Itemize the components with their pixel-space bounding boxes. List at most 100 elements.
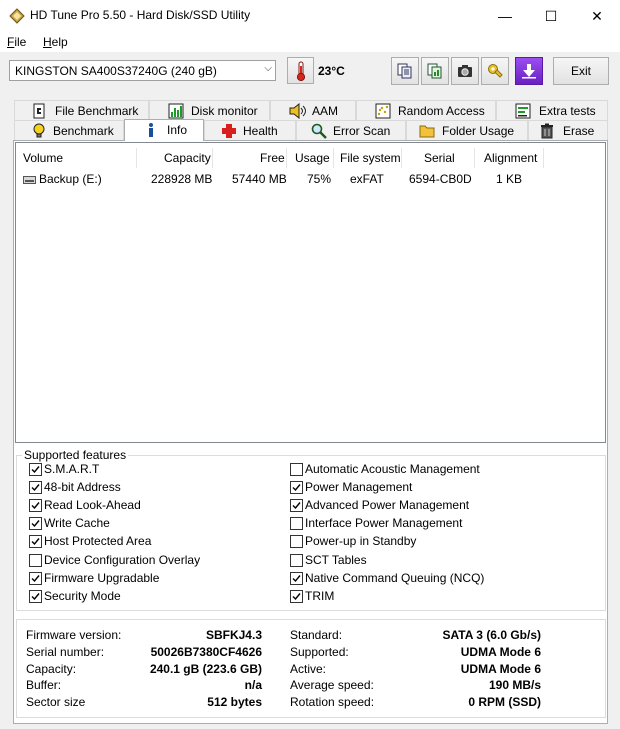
temperature-button[interactable] — [287, 57, 314, 84]
drive-icon — [23, 176, 36, 184]
feature-label: Power Management — [305, 480, 413, 495]
checkbox-checked[interactable] — [290, 571, 303, 585]
info-label: Capacity: — [26, 661, 77, 676]
screenshot-button[interactable] — [451, 57, 479, 85]
checkbox-checked[interactable] — [290, 589, 303, 603]
feature-label: Security Mode — [44, 588, 121, 603]
checkbox-checked[interactable] — [29, 481, 42, 495]
tab-extra-tests[interactable]: Extra tests — [496, 100, 608, 120]
column-separator — [474, 148, 475, 168]
column-separator — [333, 148, 334, 168]
column-header-serial[interactable]: Serial — [424, 151, 455, 165]
thermometer-icon — [296, 61, 306, 82]
feature-label: SCT Tables — [305, 552, 367, 567]
info-value: UDMA Mode 6 — [460, 661, 541, 676]
column-header-volume[interactable]: Volume — [23, 151, 63, 165]
tab-disk-monitor[interactable]: Disk monitor — [149, 100, 270, 120]
menu-help[interactable]: Help — [43, 35, 68, 49]
exit-button[interactable]: Exit — [553, 57, 609, 85]
extra-tests-icon — [515, 103, 531, 119]
supported-features-legend: Supported features — [22, 448, 129, 462]
health-cross-icon — [222, 124, 236, 138]
close-button[interactable]: ✕ — [574, 0, 620, 32]
menu-bar: File Help — [0, 32, 620, 52]
tab-label: Extra tests — [539, 104, 596, 118]
checkmark-icon — [31, 538, 40, 546]
tab-info[interactable]: Info — [124, 119, 204, 141]
checkbox-unchecked[interactable] — [290, 553, 303, 567]
tab-folder-usage[interactable]: Folder Usage — [406, 120, 528, 140]
info-label: Active: — [290, 661, 327, 676]
checkbox-checked[interactable] — [29, 463, 42, 476]
info-label: Sector size — [26, 695, 86, 710]
volume-list[interactable]: Volume Capacity Free Usage File system S… — [15, 142, 606, 443]
feature-label: Firmware Upgradable — [44, 570, 160, 585]
window-title: HD Tune Pro 5.50 - Hard Disk/SSD Utility — [30, 8, 251, 22]
info-label: Rotation speed: — [290, 695, 375, 710]
tab-label: Info — [167, 123, 188, 137]
info-label: Firmware version: — [26, 628, 122, 642]
column-header-free[interactable]: Free — [260, 151, 285, 165]
file-benchmark-icon — [33, 103, 45, 119]
info-value: UDMA Mode 6 — [460, 644, 541, 659]
drive-select[interactable]: KINGSTON SA400S37240G (240 gB) ⌵ — [9, 60, 276, 81]
lightbulb-icon — [33, 123, 45, 138]
cell-alignment: 1 KB — [496, 172, 523, 186]
checkbox-checked[interactable] — [29, 571, 42, 585]
tab-health[interactable]: Health — [204, 120, 296, 140]
tab-label: Benchmark — [53, 124, 114, 138]
checkbox-checked[interactable] — [29, 517, 42, 531]
menu-file[interactable]: File — [7, 35, 26, 49]
column-separator — [286, 148, 287, 168]
checkmark-icon — [31, 502, 40, 510]
tab-erase[interactable]: Erase — [528, 120, 608, 140]
table-row[interactable]: Backup (E:) 228928 MB 57440 MB 75% exFAT… — [16, 169, 605, 189]
info-value: 0 RPM (SSD) — [468, 695, 541, 710]
column-header-usage[interactable]: Usage — [295, 151, 330, 165]
title-bar[interactable]: HD Tune Pro 5.50 - Hard Disk/SSD Utility… — [0, 0, 620, 32]
checkbox-checked[interactable] — [290, 481, 303, 495]
tab-random-access[interactable]: Random Access — [356, 100, 496, 120]
tab-error-scan[interactable]: Error Scan — [296, 120, 406, 140]
tab-label: AAM — [312, 104, 339, 118]
feature-label: Native Command Queuing (NCQ) — [305, 570, 485, 585]
checkbox-checked[interactable] — [290, 499, 303, 513]
feature-label: Advanced Power Management — [305, 498, 470, 513]
checkmark-icon — [292, 502, 301, 510]
feature-label: Power-up in Standby — [305, 534, 417, 549]
chevron-down-icon: ⌵ — [264, 63, 272, 74]
tab-file-benchmark[interactable]: File Benchmark — [14, 100, 149, 120]
column-header-alignment[interactable]: Alignment — [484, 151, 537, 165]
checkmark-icon — [31, 484, 40, 492]
tab-benchmark[interactable]: Benchmark — [14, 120, 124, 140]
supported-features-group — [16, 455, 606, 611]
checkmark-icon — [31, 466, 40, 474]
checkbox-checked[interactable] — [29, 589, 42, 603]
speaker-icon — [289, 103, 306, 119]
checkbox-unchecked[interactable] — [290, 463, 303, 476]
copy-report-button[interactable] — [421, 57, 449, 85]
tab-aam[interactable]: AAM — [270, 100, 356, 120]
info-label: Standard: — [290, 628, 343, 642]
app-icon — [9, 8, 25, 24]
feature-label: TRIM — [305, 588, 335, 603]
column-header-capacity[interactable]: Capacity — [164, 151, 211, 165]
save-button[interactable] — [515, 57, 543, 85]
checkbox-unchecked[interactable] — [290, 535, 303, 549]
info-icon — [149, 123, 153, 137]
checkbox-unchecked[interactable] — [290, 517, 303, 531]
checkbox-unchecked[interactable] — [29, 553, 42, 567]
column-separator — [401, 148, 402, 168]
column-header-file-system[interactable]: File system — [340, 151, 401, 165]
copy-icon — [397, 63, 412, 79]
checkmark-icon — [292, 574, 301, 582]
folder-icon — [419, 125, 435, 138]
checkbox-checked[interactable] — [29, 535, 42, 549]
copy-text-button[interactable] — [391, 57, 419, 85]
maximize-button[interactable]: ☐ — [528, 0, 574, 32]
checkbox-checked[interactable] — [29, 499, 42, 513]
minimize-button[interactable]: — — [482, 0, 528, 32]
trash-icon — [541, 123, 553, 139]
options-button[interactable] — [481, 57, 509, 85]
checkmark-icon — [292, 592, 301, 600]
